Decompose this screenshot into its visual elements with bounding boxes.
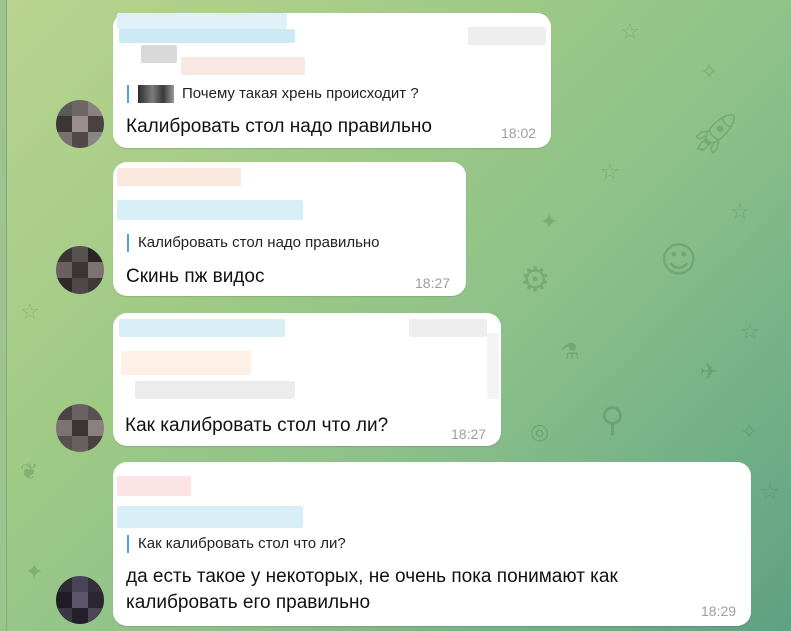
reply-text-blurred — [135, 381, 295, 399]
rocket-doodle-icon: 🚀︎ — [690, 111, 741, 157]
star-doodle-icon: ☆ — [620, 20, 640, 45]
sender-name-blurred — [119, 319, 285, 337]
star-doodle-icon: ✧ — [700, 60, 719, 85]
sender-name-blurred — [117, 13, 287, 29]
message-bubble[interactable]: Калибровать стол надо правильно Скинь пж… — [113, 162, 466, 296]
message-text: Скинь пж видос — [126, 266, 265, 287]
sender-avatar[interactable] — [56, 404, 104, 452]
star-doodle-icon: ☆ — [730, 200, 750, 225]
star-doodle-icon: ☆ — [600, 160, 620, 185]
message-text: Как калибровать стол что ли? — [125, 415, 389, 436]
chat-left-border — [0, 0, 7, 631]
sender-name-blurred — [119, 29, 295, 43]
reply-preview[interactable]: Как калибровать стол что ли? — [127, 535, 346, 553]
star-doodle-icon: ☆ — [760, 480, 780, 505]
sender-avatar[interactable] — [56, 100, 104, 148]
reply-preview[interactable]: Почему такая хрень происходит ? — [127, 85, 419, 104]
reply-thumbnail — [138, 85, 174, 104]
reply-sender-blurred — [141, 45, 177, 63]
message-text-line-2: калибровать его правильно — [126, 592, 371, 613]
star-doodle-icon: ✧ — [740, 420, 759, 445]
reply-sender-blurred — [117, 200, 303, 220]
reply-text: Как калибровать стол что ли? — [138, 535, 346, 552]
chat-area: ☆ ✧ 🚀︎ ☆ ✦ ☆ ⚙ ☺ ☆ ⚗ ✈ ⚲ ◎ ✧ ❦ ☆ ☆ ✦ Поч… — [0, 0, 791, 631]
star-doodle-icon: ✦ — [540, 210, 559, 235]
message-bubble[interactable]: Как калибровать стол что ли? 18:27 — [113, 313, 501, 446]
message-time: 18:27 — [415, 275, 451, 291]
astronaut-doodle-icon: ☺ — [660, 240, 698, 281]
reply-sender-blurred — [117, 506, 303, 528]
reply-sender-blurred — [121, 351, 251, 375]
sender-name-blurred — [117, 476, 191, 496]
rocket-doodle-icon: ⚲ — [600, 400, 625, 440]
reply-text: Почему такая хрень происходит ? — [182, 85, 419, 102]
sender-avatar[interactable] — [56, 246, 104, 294]
reply-text: Калибровать стол надо правильно — [138, 234, 380, 251]
sender-avatar[interactable] — [56, 576, 104, 624]
reply-preview[interactable]: Калибровать стол надо правильно — [127, 234, 380, 252]
admin-badge-blurred — [468, 27, 546, 45]
reply-sender-blurred — [181, 57, 305, 75]
leaf-doodle-icon: ❦ — [20, 460, 39, 485]
star-doodle-icon: ☆ — [20, 300, 40, 325]
message-bubble[interactable]: Почему такая хрень происходит ? Калибров… — [113, 13, 551, 148]
reply-media-blurred — [487, 333, 499, 399]
message-time: 18:27 — [451, 426, 487, 442]
planet-doodle-icon: ◎ — [530, 420, 550, 445]
star-doodle-icon: ✦ — [25, 560, 44, 585]
robot-doodle-icon: ⚙ — [520, 260, 551, 300]
message-time: 18:02 — [501, 125, 537, 141]
star-doodle-icon: ☆ — [740, 320, 760, 345]
message-bubble[interactable]: Как калибровать стол что ли? да есть так… — [113, 462, 751, 626]
message-text-line-1: да есть такое у некоторых, не очень пока… — [126, 566, 618, 587]
admin-badge-blurred — [409, 319, 487, 337]
flask-doodle-icon: ⚗ — [560, 340, 580, 365]
plane-doodle-icon: ✈ — [700, 360, 719, 385]
message-time: 18:29 — [701, 603, 737, 619]
sender-name-blurred — [117, 168, 241, 186]
message-text: Калибровать стол надо правильно — [126, 116, 432, 137]
